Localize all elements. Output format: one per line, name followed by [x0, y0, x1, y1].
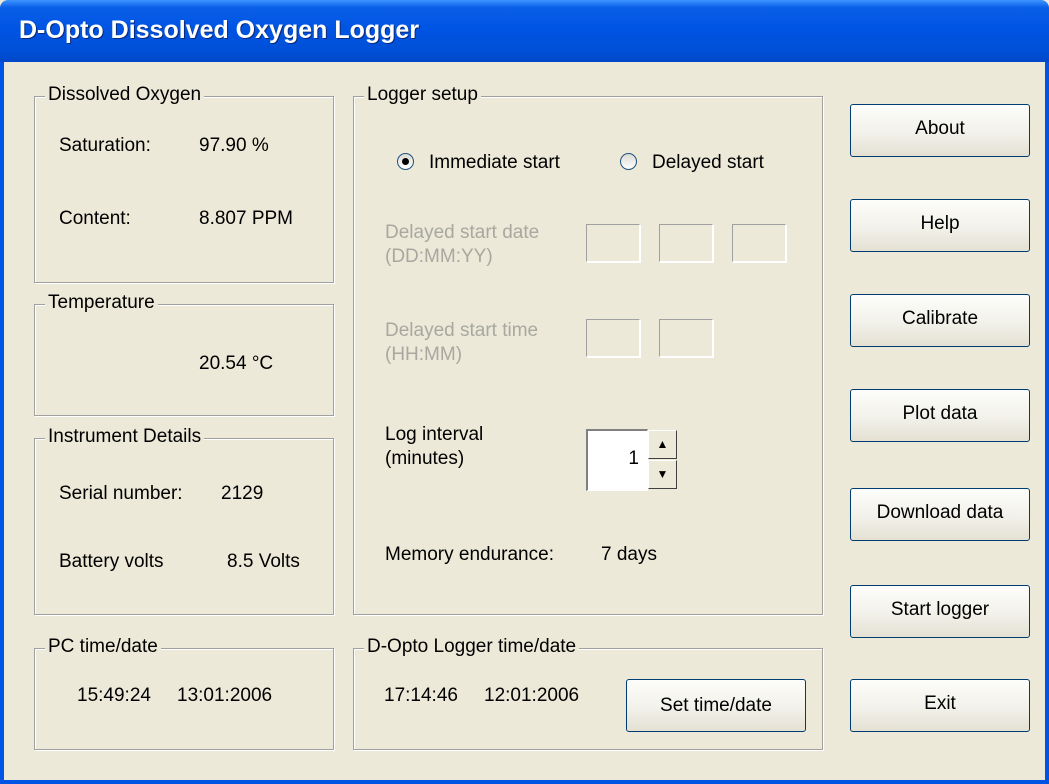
instrument-details-group: Instrument Details Serial number: 2129 B… — [34, 426, 334, 615]
immediate-start-radio[interactable] — [397, 153, 414, 170]
delayed-start-time-label-line1: Delayed start time — [385, 320, 539, 341]
log-interval-input[interactable]: 1 — [586, 429, 648, 491]
exit-button[interactable]: Exit — [850, 679, 1030, 732]
window-frame-right — [1045, 62, 1049, 784]
immediate-start-radio-dot — [402, 158, 409, 165]
pc-time-legend: PC time/date — [45, 636, 161, 658]
content-label: Content: — [59, 208, 131, 229]
serial-number-value: 2129 — [221, 483, 264, 504]
title-bar[interactable]: D-Opto Dissolved Oxygen Logger — [0, 0, 1049, 62]
delayed-start-date-label-line1: Delayed start date — [385, 222, 540, 243]
start-logger-button[interactable]: Start logger — [850, 585, 1030, 638]
spin-down-arrow-icon[interactable]: ▼ — [648, 460, 677, 489]
pc-date-value: 13:01:2006 — [177, 685, 273, 706]
battery-volts-label: Battery volts — [59, 551, 164, 572]
logger-time-legend: D-Opto Logger time/date — [364, 636, 580, 658]
dissolved-oxygen-group: Dissolved Oxygen Saturation: 97.90 % Con… — [34, 84, 334, 283]
instrument-details-legend: Instrument Details — [45, 426, 205, 448]
delayed-time-minute-field — [659, 319, 713, 357]
logger-setup-group: Logger setup Immediate start Delayed sta… — [353, 84, 823, 615]
battery-volts-value: 8.5 Volts — [227, 551, 300, 572]
window-title: D-Opto Dissolved Oxygen Logger — [19, 16, 420, 44]
immediate-start-label[interactable]: Immediate start — [429, 152, 560, 174]
logger-setup-legend: Logger setup — [364, 84, 481, 106]
temperature-value: 20.54 °C — [199, 353, 274, 374]
log-interval-label-line1: Log interval — [385, 424, 484, 445]
dissolved-oxygen-legend: Dissolved Oxygen — [45, 84, 205, 106]
delayed-start-time-label: Delayed start time (HH:MM) — [385, 319, 538, 367]
logger-date-value: 12:01:2006 — [484, 685, 580, 706]
download-data-button[interactable]: Download data — [850, 488, 1030, 541]
delayed-start-time-label-line2: (HH:MM) — [385, 344, 463, 365]
set-time-date-button[interactable]: Set time/date — [626, 679, 806, 732]
delayed-date-day-field — [586, 224, 640, 262]
memory-endurance-label: Memory endurance: — [385, 544, 554, 565]
calibrate-button[interactable]: Calibrate — [850, 294, 1030, 347]
saturation-label: Saturation: — [59, 135, 151, 156]
delayed-start-date-label: Delayed start date (DD:MM:YY) — [385, 221, 539, 269]
log-interval-label-line2: (minutes) — [385, 448, 465, 469]
delayed-time-hour-field — [586, 319, 640, 357]
plot-data-button[interactable]: Plot data — [850, 389, 1030, 442]
delayed-date-year-field — [732, 224, 786, 262]
spin-up-arrow-icon[interactable]: ▲ — [648, 430, 677, 459]
content-value: 8.807 PPM — [199, 208, 293, 229]
log-interval-label: Log interval (minutes) — [385, 423, 483, 471]
delayed-start-date-label-line2: (DD:MM:YY) — [385, 246, 493, 267]
window-frame-left — [0, 62, 4, 784]
temperature-legend: Temperature — [45, 292, 158, 314]
serial-number-label: Serial number: — [59, 483, 183, 504]
window-frame-bottom — [0, 780, 1049, 784]
delayed-date-month-field — [659, 224, 713, 262]
temperature-group: Temperature 20.54 °C — [34, 292, 334, 416]
delayed-start-radio[interactable] — [620, 153, 637, 170]
pc-time-value: 15:49:24 — [77, 685, 151, 706]
logger-time-value: 17:14:46 — [384, 685, 458, 706]
help-button[interactable]: Help — [850, 199, 1030, 252]
memory-endurance-value: 7 days — [601, 544, 657, 565]
saturation-value: 97.90 % — [199, 135, 269, 156]
delayed-start-label[interactable]: Delayed start — [652, 152, 764, 174]
pc-time-group: PC time/date 15:49:24 13:01:2006 — [34, 636, 334, 750]
about-button[interactable]: About — [850, 104, 1030, 157]
